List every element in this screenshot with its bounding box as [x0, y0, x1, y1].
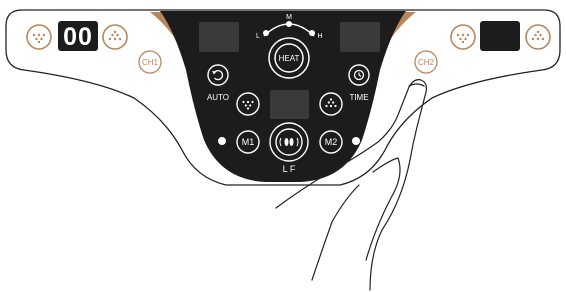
heat-level-m-indicator	[286, 21, 292, 27]
left-dots-up-button[interactable]	[102, 24, 128, 50]
ch2-label: CH2	[418, 58, 435, 67]
left-display-digits: 00	[63, 23, 93, 51]
heat-level-m-label: M	[286, 14, 292, 21]
heat-level-h-label: H	[317, 33, 322, 40]
lf-label: L F	[283, 164, 296, 174]
center-left-display	[199, 22, 239, 52]
auto-label: AUTO	[207, 93, 229, 102]
heat-label: HEAT	[279, 54, 300, 63]
heat-level-h-indicator	[309, 30, 315, 36]
right-display	[480, 21, 520, 51]
m1-indicator-light	[218, 137, 226, 145]
m1-label: M1	[242, 137, 255, 147]
left-dots-down-button[interactable]	[26, 24, 52, 50]
heat-level-l-indicator	[263, 30, 269, 36]
ch1-label: CH1	[142, 58, 159, 67]
m2-label: M2	[325, 137, 338, 147]
center-middle-display	[270, 90, 309, 119]
heat-level-l-label: L	[256, 33, 260, 40]
right-dots-up-button[interactable]	[525, 24, 551, 50]
time-label: TIME	[349, 93, 368, 102]
m2-indicator-light	[352, 137, 360, 145]
right-dots-down-button[interactable]	[450, 24, 476, 50]
center-right-display	[340, 22, 380, 52]
remote-control-diagram: 00 CH1 CH2 M L H HEAT AUTO TIME M1 M2 L …	[0, 0, 566, 292]
